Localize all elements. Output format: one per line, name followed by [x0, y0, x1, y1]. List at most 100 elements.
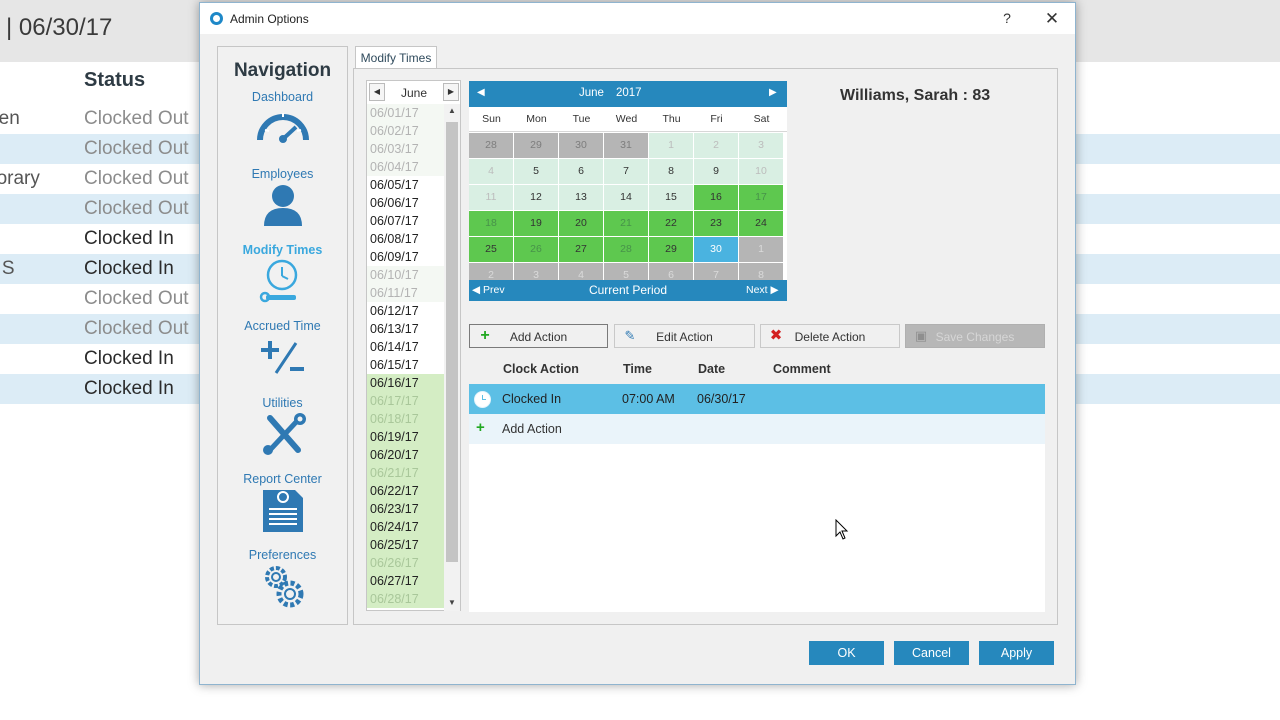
date-list-item[interactable]: 06/27/17	[367, 572, 444, 590]
calendar-title[interactable]: June 2017	[579, 87, 689, 99]
date-list-prev-button[interactable]: ◀	[369, 83, 385, 101]
date-list-item[interactable]: 06/20/17	[367, 446, 444, 464]
calendar-day[interactable]: 19	[514, 211, 558, 236]
calendar-day[interactable]: 29	[514, 133, 558, 158]
calendar-year[interactable]: 2017	[616, 87, 642, 99]
calendar-day[interactable]: 14	[604, 185, 648, 210]
calendar-day[interactable]: 9	[694, 159, 738, 184]
date-list-item[interactable]: 06/17/17	[367, 392, 444, 410]
calendar-day[interactable]: 1	[649, 133, 693, 158]
calendar-day[interactable]: 25	[469, 237, 513, 262]
calendar-next-month-icon[interactable]: ▶	[769, 87, 781, 101]
calendar-day[interactable]: 3	[514, 263, 558, 280]
apply-button[interactable]: Apply	[979, 641, 1054, 665]
nav-item-employees[interactable]: Employees	[218, 167, 347, 239]
calendar-day[interactable]: 30	[694, 237, 738, 262]
nav-item-preferences[interactable]: Preferences	[218, 548, 347, 620]
calendar-day[interactable]: 21	[604, 211, 648, 236]
date-list-item[interactable]: 06/14/17	[367, 338, 444, 356]
calendar-prev-month-icon[interactable]: ◀	[477, 87, 489, 101]
calendar-day[interactable]: 6	[649, 263, 693, 280]
save-changes-button[interactable]: ▣ Save Changes	[905, 324, 1045, 348]
calendar-day[interactable]: 8	[739, 263, 783, 280]
date-list-item[interactable]: 06/26/17	[367, 554, 444, 572]
calendar-day[interactable]: 23	[694, 211, 738, 236]
calendar-day[interactable]: 18	[469, 211, 513, 236]
calendar-day[interactable]: 5	[604, 263, 648, 280]
calendar-day[interactable]: 24	[739, 211, 783, 236]
date-list-item[interactable]: 06/11/17	[367, 284, 444, 302]
calendar-day[interactable]: 28	[469, 133, 513, 158]
date-list-item[interactable]: 06/23/17	[367, 500, 444, 518]
add-action-button[interactable]: + Add Action	[469, 324, 608, 348]
calendar-day[interactable]: 7	[604, 159, 648, 184]
date-list-item[interactable]: 06/02/17	[367, 122, 444, 140]
date-list-item[interactable]: 06/24/17	[367, 518, 444, 536]
scroll-up-icon[interactable]: ▲	[444, 106, 460, 115]
calendar-day[interactable]: 17	[739, 185, 783, 210]
calendar-month[interactable]: June	[579, 87, 604, 99]
date-list-item[interactable]: 06/03/17	[367, 140, 444, 158]
nav-item-report-center[interactable]: Report Center	[218, 472, 347, 544]
calendar-day[interactable]: 10	[739, 159, 783, 184]
edit-action-button[interactable]: ✎ Edit Action	[614, 324, 755, 348]
calendar-day[interactable]: 2	[469, 263, 513, 280]
calendar-day[interactable]: 22	[649, 211, 693, 236]
date-list-item[interactable]: 06/28/17	[367, 590, 444, 608]
date-list-scrollbar[interactable]: ▲ ▼	[444, 104, 460, 611]
calendar-day[interactable]: 2	[694, 133, 738, 158]
scroll-down-icon[interactable]: ▼	[444, 598, 460, 607]
calendar-day[interactable]: 26	[514, 237, 558, 262]
calendar-day[interactable]: 12	[514, 185, 558, 210]
date-list-item[interactable]: 06/06/17	[367, 194, 444, 212]
tab-modify-times[interactable]: Modify Times	[355, 46, 437, 69]
prev-period-button[interactable]: ◀ Prev	[472, 284, 505, 296]
date-list-item[interactable]: 06/13/17	[367, 320, 444, 338]
date-list-item[interactable]: 06/07/17	[367, 212, 444, 230]
date-list-item[interactable]: 06/09/17	[367, 248, 444, 266]
calendar-day[interactable]: 8	[649, 159, 693, 184]
nav-item-accrued-time[interactable]: Accrued Time	[218, 319, 347, 391]
delete-action-button[interactable]: ✖ Delete Action	[760, 324, 900, 348]
help-button[interactable]: ?	[998, 10, 1016, 28]
calendar-day[interactable]: 4	[559, 263, 603, 280]
calendar-day[interactable]: 7	[694, 263, 738, 280]
calendar-day[interactable]: 16	[694, 185, 738, 210]
calendar-day[interactable]: 4	[469, 159, 513, 184]
cancel-button[interactable]: Cancel	[894, 641, 969, 665]
calendar-day[interactable]: 1	[739, 237, 783, 262]
date-list-item[interactable]: 06/21/17	[367, 464, 444, 482]
nav-item-utilities[interactable]: Utilities	[218, 396, 347, 468]
close-button[interactable]: ✕	[1043, 9, 1061, 29]
calendar-day[interactable]: 15	[649, 185, 693, 210]
next-period-button[interactable]: Next ▶	[746, 284, 779, 296]
date-list-item[interactable]: 06/18/17	[367, 410, 444, 428]
calendar-day[interactable]: 30	[559, 133, 603, 158]
calendar-day[interactable]: 11	[469, 185, 513, 210]
calendar-day[interactable]: 5	[514, 159, 558, 184]
ok-button[interactable]: OK	[809, 641, 884, 665]
date-list-item[interactable]: 06/08/17	[367, 230, 444, 248]
calendar-day[interactable]: 28	[604, 237, 648, 262]
nav-item-dashboard[interactable]: Dashboard	[218, 90, 347, 162]
date-list-item[interactable]: 06/05/17	[367, 176, 444, 194]
date-list-next-button[interactable]: ▶	[443, 83, 459, 101]
date-list-item[interactable]: 06/12/17	[367, 302, 444, 320]
calendar-day[interactable]: 20	[559, 211, 603, 236]
date-list-item[interactable]: 06/01/17	[367, 104, 444, 122]
date-list-item[interactable]: 06/10/17	[367, 266, 444, 284]
calendar-day[interactable]: 13	[559, 185, 603, 210]
date-list-item[interactable]: 06/19/17	[367, 428, 444, 446]
table-row[interactable]: Clocked In 07:00 AM 06/30/17	[469, 384, 1045, 414]
current-period-button[interactable]: Current Period	[553, 283, 703, 297]
date-list-item[interactable]: 06/22/17	[367, 482, 444, 500]
calendar-day[interactable]: 31	[604, 133, 648, 158]
calendar-day[interactable]: 27	[559, 237, 603, 262]
calendar-day[interactable]: 29	[649, 237, 693, 262]
scrollbar-thumb[interactable]	[446, 122, 458, 562]
calendar-day[interactable]: 3	[739, 133, 783, 158]
date-list-item[interactable]: 06/16/17	[367, 374, 444, 392]
calendar-day[interactable]: 6	[559, 159, 603, 184]
nav-item-modify-times[interactable]: Modify Times	[218, 243, 347, 315]
add-action-row[interactable]: + Add Action	[469, 414, 1045, 444]
